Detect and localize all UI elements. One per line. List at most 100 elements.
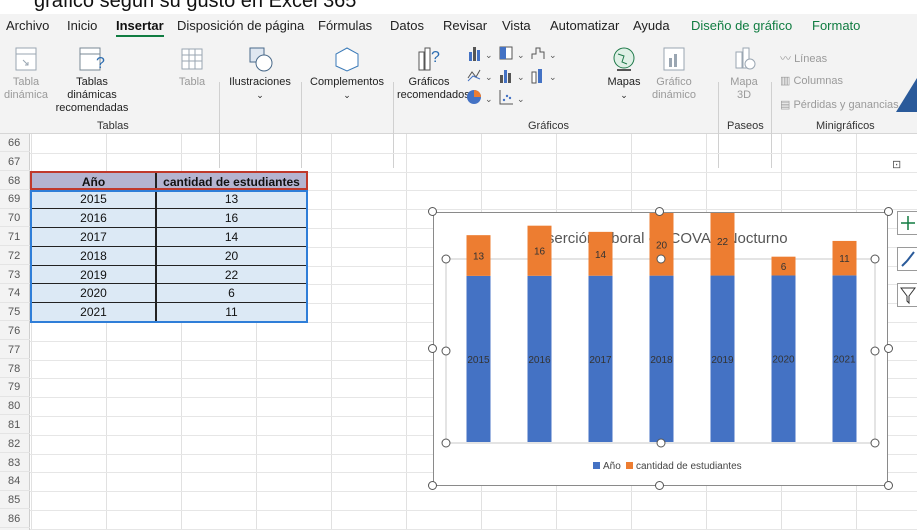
chart-svg: Inserción laboral en COVAO Nocturno20151… [441, 206, 880, 472]
columnas-label: Columnas [793, 75, 843, 87]
tab-formulas[interactable]: Fórmulas [318, 18, 372, 33]
resize-handle[interactable] [884, 344, 893, 353]
tabla-button[interactable]: Tabla [176, 46, 208, 89]
table-cell[interactable]: 2018 [31, 246, 156, 266]
lineas-button[interactable]: 〰 Líneas [780, 50, 827, 66]
table-cell[interactable]: 2017 [31, 228, 156, 247]
data-label-ano: 2018 [650, 355, 673, 366]
pie-chart-button[interactable]: ⌄ [465, 88, 495, 108]
scatter-chart-button[interactable]: ⌄ [497, 88, 527, 108]
brush-icon [901, 251, 915, 267]
chart-styles-button[interactable] [897, 247, 917, 271]
row-header[interactable]: 82 [0, 435, 30, 454]
tabla-dinamica-label: Tabla dinámica [4, 76, 49, 101]
table-cell[interactable]: 16 [156, 209, 307, 228]
row-header[interactable]: 85 [0, 491, 30, 510]
table-cell[interactable]: 6 [156, 284, 307, 304]
map-3d-icon [735, 47, 756, 70]
row-header[interactable]: 76 [0, 322, 30, 341]
graficos-recomendados-button[interactable]: ? Gráficos recomendados [397, 46, 470, 102]
resize-handle[interactable] [428, 344, 437, 353]
row-header[interactable]: 77 [0, 341, 30, 360]
row-header[interactable]: 79 [0, 378, 30, 397]
tab-ayuda[interactable]: Ayuda [633, 18, 670, 33]
waterfall-chart-button[interactable]: ⌄ [529, 44, 559, 64]
tab-diseno-grafico[interactable]: Diseño de gráfico [691, 18, 792, 33]
table-cell[interactable]: 2016 [31, 209, 156, 228]
row-header[interactable]: 80 [0, 397, 30, 416]
row-headers: 66 67 68 69 70 71 72 73 74 75 76 77 78 79 80 81 82 83 84 85… [0, 134, 30, 530]
tab-inicio[interactable]: Inicio [67, 18, 97, 33]
tab-insertar[interactable]: Insertar [116, 18, 164, 37]
tab-revisar[interactable]: Revisar [443, 18, 487, 33]
grafico-dinamico-button[interactable]: Gráfico dinámico [648, 46, 700, 102]
table-cell[interactable]: 20 [156, 246, 307, 266]
tab-archivo[interactable]: Archivo [6, 18, 49, 33]
ilustraciones-button[interactable]: Ilustraciones ⌄ [225, 46, 295, 102]
hierarchy-chart-button[interactable]: ⌄ [497, 44, 527, 64]
columnas-button[interactable]: ▥ Columnas [780, 74, 843, 87]
table-header-cell[interactable]: Año [31, 171, 156, 191]
row-header[interactable]: 71 [0, 228, 30, 247]
data-label-ano: 2021 [833, 355, 856, 366]
row-header[interactable]: 83 [0, 454, 30, 472]
row-header[interactable]: 70 [0, 209, 30, 228]
chart-elements-button[interactable] [897, 211, 917, 235]
complementos-button[interactable]: Complementos ⌄ [306, 46, 388, 102]
table-cell[interactable]: 2021 [31, 303, 156, 322]
table-cell[interactable]: 14 [156, 228, 307, 247]
tab-formato[interactable]: Formato [812, 18, 860, 33]
stat-chart-button[interactable]: ⌄ [497, 66, 527, 86]
tab-disposicion[interactable]: Disposición de página [177, 18, 304, 33]
row-header[interactable]: 78 [0, 360, 30, 378]
resize-handle[interactable] [884, 207, 893, 216]
tab-vista[interactable]: Vista [502, 18, 531, 33]
sparkline-winloss-icon: ▤ [780, 99, 794, 111]
ribbon: Tabla dinámica ? Tablas dinámicas recome… [0, 38, 917, 171]
tab-automatizar[interactable]: Automatizar [550, 18, 619, 33]
graficos-recomendados-label: Gráficos recomendados [397, 76, 470, 101]
ilustraciones-label: Ilustraciones [229, 76, 291, 88]
chart-filters-button[interactable] [897, 283, 917, 307]
resize-handle[interactable] [428, 207, 437, 216]
table-cell[interactable]: 2019 [31, 265, 156, 285]
table-header-cell[interactable]: cantidad de estudiantes [156, 171, 307, 191]
row-header[interactable]: 72 [0, 247, 30, 266]
row-header[interactable]: 69 [0, 190, 30, 209]
chart-object[interactable]: Inserción laboral en COVAO Nocturno20151… [433, 206, 888, 486]
row-header[interactable]: 67 [0, 153, 30, 172]
table-cell[interactable]: 11 [156, 303, 307, 322]
row-header[interactable]: 68 [0, 172, 30, 190]
table-cell[interactable]: 2015 [31, 190, 156, 210]
combo-chart-button[interactable]: ⌄ [529, 66, 559, 86]
data-label-cantidad: 16 [534, 247, 546, 258]
data-label-ano: 2020 [772, 355, 795, 366]
row-header[interactable]: 86 [0, 510, 30, 529]
row-header[interactable]: 73 [0, 266, 30, 284]
table-cell[interactable]: 13 [156, 190, 307, 210]
resize-handle[interactable] [655, 481, 664, 490]
tabla-dinamica-button[interactable]: Tabla dinámica [4, 46, 48, 102]
data-label-ano: 2019 [711, 355, 734, 366]
table-cell[interactable]: 22 [156, 265, 307, 285]
grid-row-line [30, 491, 917, 493]
mapa-3d-button[interactable]: Mapa 3D [724, 46, 764, 102]
resize-handle[interactable] [428, 481, 437, 490]
line-chart-button[interactable]: ⌄ [465, 66, 495, 86]
row-header[interactable]: 66 [0, 134, 30, 153]
row-header[interactable]: 74 [0, 284, 30, 303]
resize-handle[interactable] [655, 207, 664, 216]
tablas-dinamicas-recomendadas-button[interactable]: ? Tablas dinámicas recomendadas [52, 46, 132, 115]
mapas-button[interactable]: Mapas ⌄ [604, 46, 644, 102]
tab-datos[interactable]: Datos [390, 18, 424, 33]
plot-area-handle [870, 254, 880, 264]
resize-handle[interactable] [884, 481, 893, 490]
row-header[interactable]: 75 [0, 303, 30, 322]
shape-preview-icon [896, 78, 917, 112]
row-header[interactable]: 81 [0, 416, 30, 435]
perdidas-ganancias-button[interactable]: ▤ Pérdidas y ganancias [780, 98, 899, 111]
table-cell[interactable]: 2020 [31, 284, 156, 304]
column-chart-button[interactable]: ⌄ [465, 44, 495, 64]
legend-label-ano: Año [603, 461, 621, 472]
row-header[interactable]: 84 [0, 472, 30, 491]
